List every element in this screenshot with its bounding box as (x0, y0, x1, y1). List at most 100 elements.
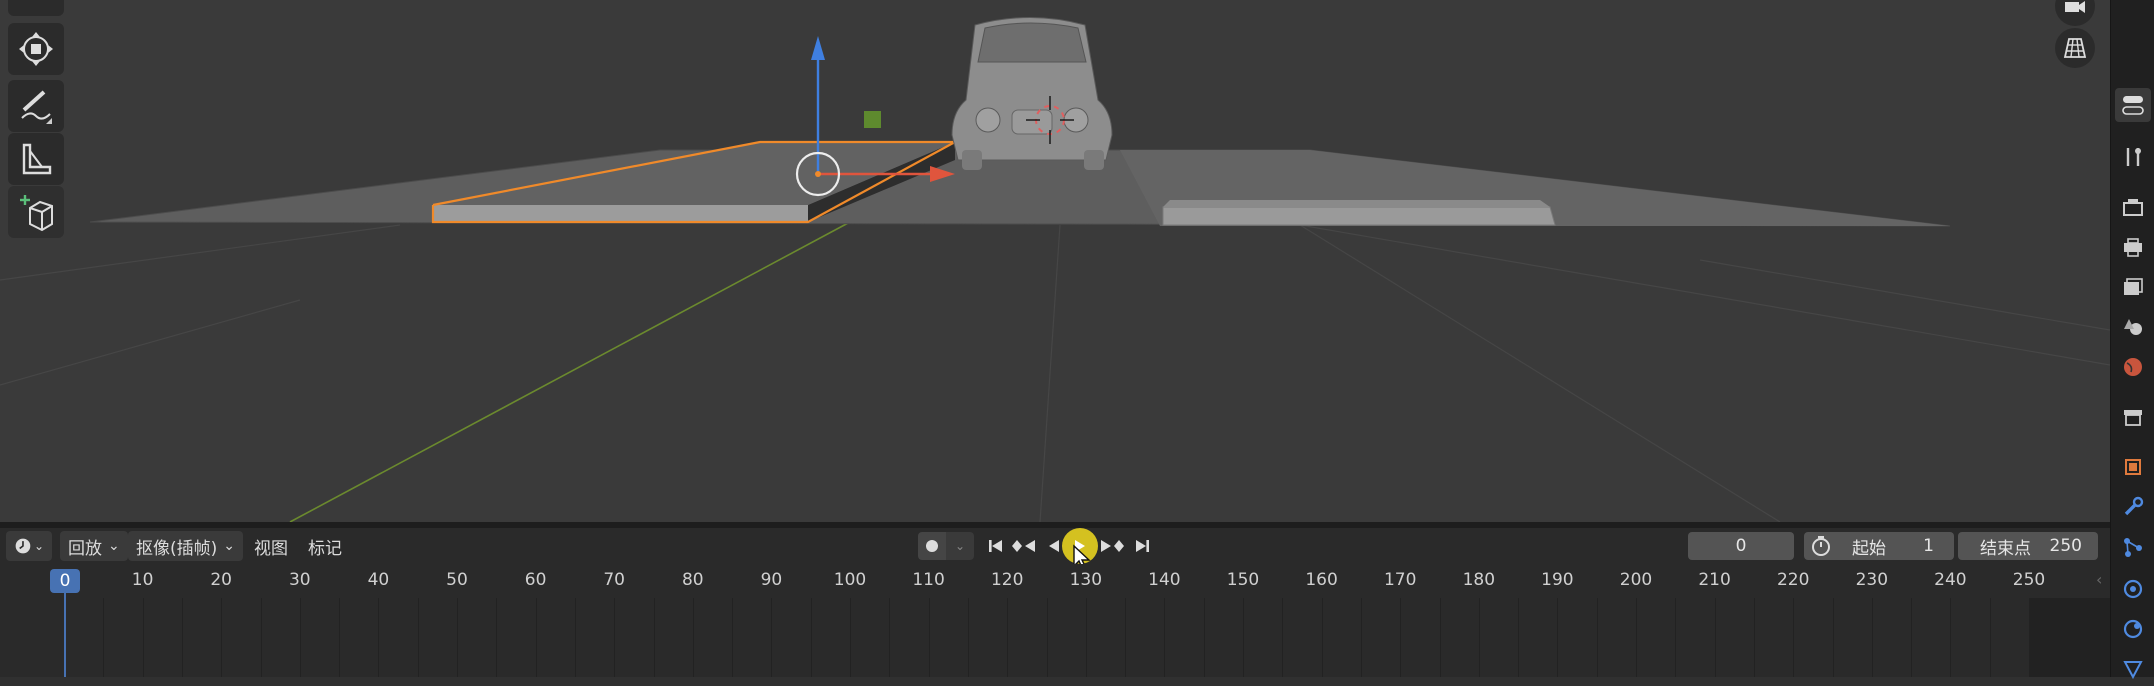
selected-slab (433, 205, 808, 222)
frame-grid-line (378, 598, 380, 677)
tool-select-box[interactable] (8, 0, 64, 16)
frame-grid-line (614, 598, 616, 677)
current-frame-value: 0 (1735, 536, 1747, 556)
frame-grid-line (299, 598, 301, 677)
object-square-icon (2125, 459, 2141, 475)
frame-grid-line (1636, 598, 1637, 677)
ruler-tick-label: 250 (2012, 570, 2046, 590)
frame-grid-line (339, 598, 341, 677)
tab-output[interactable] (2115, 230, 2151, 264)
view-menu[interactable]: 视图 (254, 531, 288, 561)
frame-grid-line (457, 598, 458, 677)
playhead-frame-indicator[interactable]: 0 (50, 569, 80, 593)
frame-grid-line (967, 598, 969, 677)
tab-data[interactable] (2115, 652, 2151, 686)
playback-menu[interactable]: 回放 ⌄ (60, 531, 128, 561)
transform-tool-icon (19, 32, 53, 66)
3d-viewport[interactable] (0, 0, 2110, 522)
ruler-tick-label: 110 (912, 570, 945, 590)
jump-next-keyframe-button[interactable] (1098, 532, 1126, 560)
tab-physics[interactable] (2115, 572, 2151, 606)
tab-tool-settings[interactable] (2115, 88, 2151, 122)
record-dot-icon (926, 540, 938, 552)
auto-keying-options[interactable]: ⌄ (946, 532, 974, 560)
jump-prev-keyframe-button[interactable] (1010, 532, 1038, 560)
select-box-icon (21, 0, 51, 6)
skip-end-icon (1136, 540, 1149, 552)
frame-grid-line (1832, 598, 1834, 677)
playhead-line[interactable] (64, 593, 66, 677)
timeline-ruler[interactable]: 10 20 30 40 50 60 70 80 90 100 110 120 130 140 150 160 1… (0, 564, 2110, 598)
tab-modifiers[interactable] (2115, 490, 2151, 524)
constraint-icon (2123, 619, 2143, 639)
frame-grid-line (1596, 598, 1598, 677)
start-frame-field[interactable]: 起始 1 (1804, 532, 1954, 560)
tool-transform[interactable] (8, 23, 64, 75)
ruler-tick-label: 220 (1776, 570, 1810, 590)
physics-orbit-icon (2123, 579, 2143, 599)
end-frame-field[interactable]: 结束点 250 (1958, 532, 2098, 560)
marker-menu-label: 标记 (308, 538, 342, 559)
frame-grid-line (1439, 598, 1441, 677)
collection-box-icon (2124, 410, 2142, 426)
perspective-toggle-button[interactable] (2055, 28, 2095, 68)
ruler-tick-label: 50 (446, 570, 468, 590)
frame-grid-line (1753, 598, 1755, 677)
chevron-down-icon: ⌄ (108, 538, 120, 554)
ruler-tick-label: 190 (1541, 570, 1574, 590)
tool-annotate[interactable] (8, 80, 64, 132)
clock-icon (15, 538, 31, 554)
ruler-tick-label: 130 (1069, 570, 1103, 590)
jump-to-start-button[interactable] (982, 532, 1010, 560)
end-frame-label: 结束点 (1980, 538, 2031, 559)
frame-grid-line (535, 598, 537, 677)
marker-menu[interactable]: 标记 (308, 531, 342, 561)
keying-menu[interactable]: 抠像(插帧) ⌄ (128, 531, 243, 561)
chevron-left-icon[interactable]: ‹ (2096, 570, 2102, 589)
ruler-tick-label: 30 (288, 570, 311, 590)
ruler-tick-label: 200 (1619, 570, 1653, 590)
tab-view-layer[interactable] (2115, 270, 2151, 304)
add-cube-icon (20, 195, 53, 232)
post-range-shade (2030, 598, 2110, 677)
frame-grid-line (1085, 598, 1087, 677)
tab-tool[interactable] (2115, 140, 2151, 174)
tab-world[interactable] (2115, 350, 2151, 384)
tab-collection[interactable] (2115, 400, 2151, 434)
prev-keyframe-icon (1012, 540, 1035, 552)
frame-grid-line (1675, 598, 1677, 677)
auto-keying-toggle[interactable] (918, 532, 946, 560)
tool-add-cube[interactable] (8, 186, 64, 238)
frame-grid-line (1871, 598, 1873, 677)
end-frame-value: 250 (2049, 536, 2082, 556)
playhead-frame-value: 0 (59, 571, 71, 591)
current-frame-field[interactable]: 0 (1688, 532, 1794, 560)
mesh-data-icon (2123, 661, 2143, 679)
tool-measure[interactable] (8, 133, 64, 185)
frame-grid-line (574, 598, 576, 677)
tab-object[interactable] (2115, 450, 2151, 484)
ruler-tick-label: 120 (990, 570, 1024, 590)
frame-grid-line (1360, 598, 1362, 677)
camera-icon (2065, 1, 2085, 13)
y-axis-line (289, 221, 851, 522)
frame-grid-line (1518, 598, 1520, 677)
tab-constraints[interactable] (2115, 612, 2151, 646)
tab-render[interactable] (2115, 190, 2151, 224)
timeline-body[interactable] (0, 598, 2110, 677)
chevron-down-icon: ⌄ (223, 538, 235, 554)
frame-grid-line (889, 598, 891, 677)
tab-scene[interactable] (2115, 310, 2151, 344)
skip-start-icon (989, 540, 1002, 552)
jump-to-end-button[interactable] (1128, 532, 1156, 560)
frame-grid-line (142, 598, 144, 677)
playback-menu-label: 回放 (68, 538, 102, 559)
tab-particles[interactable] (2115, 530, 2151, 564)
frame-grid-line (1321, 598, 1323, 677)
car-model (951, 17, 1113, 170)
ruler-tick-label: 170 (1383, 570, 1417, 590)
image-layers-icon (2124, 278, 2143, 295)
editor-type-selector[interactable]: ⌄ (6, 531, 52, 561)
start-frame-label: 起始 (1852, 538, 1886, 559)
frame-grid-line (928, 598, 930, 677)
